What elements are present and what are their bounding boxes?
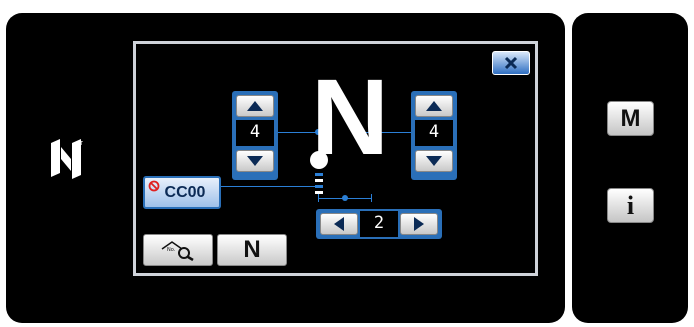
arrow-up-icon xyxy=(247,101,263,111)
svg-text:No.: No. xyxy=(167,247,176,253)
bottom-left-button[interactable] xyxy=(320,213,358,235)
close-button[interactable] xyxy=(492,51,530,75)
arrow-left-icon xyxy=(334,217,344,231)
right-down-button[interactable] xyxy=(415,150,453,172)
svg-text:TM: TM xyxy=(79,141,83,147)
n-button-label: N xyxy=(243,236,261,263)
number-search-button[interactable]: No. xyxy=(143,234,213,266)
cc-button-label: CC00 xyxy=(164,183,206,201)
bottom-value: 2 xyxy=(360,211,398,237)
bottom-connector-dot xyxy=(342,195,348,201)
mode-button[interactable]: M xyxy=(607,101,654,136)
needle-icon xyxy=(310,151,328,194)
arrow-down-icon xyxy=(426,156,442,166)
mode-button-label: M xyxy=(620,104,641,132)
info-button-label: i xyxy=(626,190,635,220)
cc-button[interactable]: CC00 xyxy=(143,176,221,209)
bottom-tick-right xyxy=(371,194,372,202)
arrow-up-icon xyxy=(426,101,442,111)
bottom-right-button[interactable] xyxy=(400,213,438,235)
right-value: 4 xyxy=(415,120,453,146)
nfc-logo-icon: TM xyxy=(51,139,83,179)
close-icon xyxy=(504,56,518,70)
right-up-button[interactable] xyxy=(415,95,453,117)
number-search-icon: No. xyxy=(161,241,194,261)
arrow-right-icon xyxy=(414,217,424,231)
arrow-down-icon xyxy=(247,156,263,166)
bottom-tick-left xyxy=(318,194,319,202)
prohibited-icon xyxy=(148,180,160,192)
left-value: 4 xyxy=(236,120,274,146)
info-button[interactable]: i xyxy=(607,188,654,223)
n-pattern-button[interactable]: N xyxy=(217,234,287,266)
left-up-button[interactable] xyxy=(236,95,274,117)
cc-connector-line xyxy=(221,186,317,187)
left-down-button[interactable] xyxy=(236,150,274,172)
side-panel xyxy=(572,13,688,323)
